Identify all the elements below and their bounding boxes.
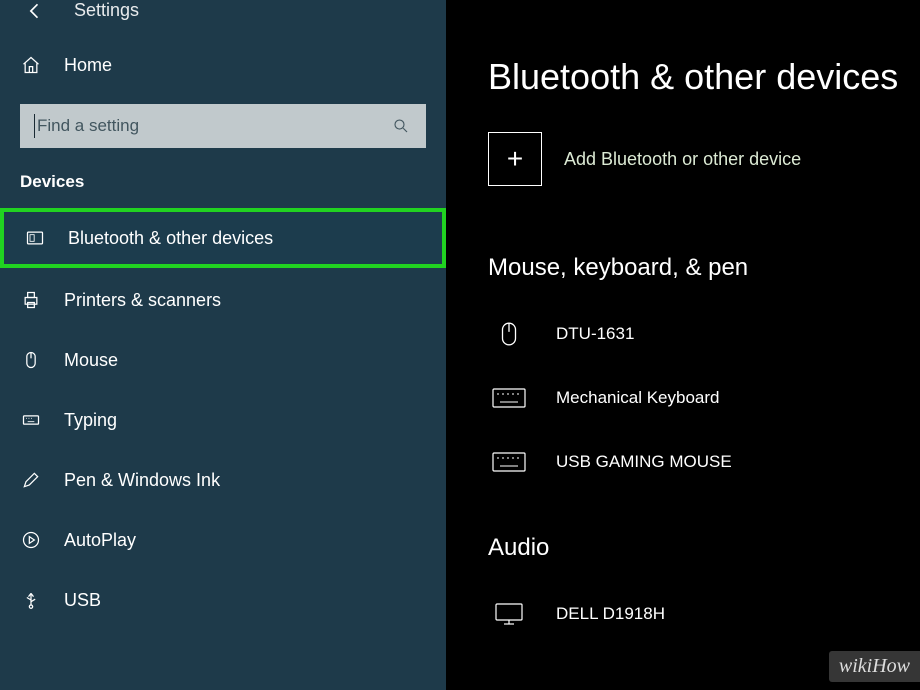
sidebar-item-printers[interactable]: Printers & scanners	[0, 270, 446, 330]
keyboard-icon	[492, 381, 526, 415]
add-device-button[interactable]: + Add Bluetooth or other device	[488, 132, 920, 186]
sidebar-item-label: Mouse	[64, 350, 118, 371]
sidebar-item-bluetooth[interactable]: Bluetooth & other devices	[0, 208, 446, 268]
back-arrow-icon	[24, 0, 46, 22]
section-mouse-keyboard-pen: Mouse, keyboard, & pen DTU-1631 Mechanic…	[488, 254, 920, 494]
search-icon	[390, 115, 412, 137]
sidebar-item-label: AutoPlay	[64, 530, 136, 551]
sidebar-item-pen[interactable]: Pen & Windows Ink	[0, 450, 446, 510]
back-label: Settings	[74, 0, 139, 21]
section-audio: Audio DELL D1918H	[488, 534, 920, 646]
pen-icon	[20, 469, 42, 491]
search-input[interactable]: Find a setting	[20, 104, 426, 148]
text-cursor	[34, 114, 35, 138]
mouse-icon	[492, 317, 526, 351]
sidebar-item-label: Printers & scanners	[64, 290, 221, 311]
device-item[interactable]: DTU-1631	[488, 302, 920, 366]
back-button[interactable]: Settings	[0, 0, 446, 34]
sidebar-item-mouse[interactable]: Mouse	[0, 330, 446, 390]
bluetooth-devices-icon	[24, 227, 46, 249]
sidebar: Settings Home Find a setting Devices Blu…	[0, 0, 446, 690]
sidebar-item-autoplay[interactable]: AutoPlay	[0, 510, 446, 570]
device-item[interactable]: USB GAMING MOUSE	[488, 430, 920, 494]
sidebar-item-home[interactable]: Home	[0, 34, 446, 96]
sidebar-item-label: Typing	[64, 410, 117, 431]
main-panel: Bluetooth & other devices + Add Bluetoot…	[446, 0, 920, 690]
usb-icon	[20, 589, 42, 611]
device-item[interactable]: Mechanical Keyboard	[488, 366, 920, 430]
category-header: Devices	[0, 166, 446, 206]
section-header: Mouse, keyboard, & pen	[488, 254, 920, 282]
monitor-icon	[492, 597, 526, 631]
device-label: USB GAMING MOUSE	[556, 452, 732, 472]
sidebar-item-label: Bluetooth & other devices	[68, 228, 273, 249]
home-icon	[20, 54, 42, 76]
search-placeholder: Find a setting	[37, 116, 390, 136]
watermark: wikiHow	[829, 651, 920, 682]
add-device-label: Add Bluetooth or other device	[564, 149, 801, 170]
home-label: Home	[64, 55, 112, 76]
mouse-icon	[20, 349, 42, 371]
printer-icon	[20, 289, 42, 311]
sidebar-item-usb[interactable]: USB	[0, 570, 446, 630]
keyboard-icon	[492, 445, 526, 479]
plus-icon: +	[488, 132, 542, 186]
keyboard-icon	[20, 409, 42, 431]
page-title: Bluetooth & other devices	[488, 56, 920, 98]
device-label: DTU-1631	[556, 324, 634, 344]
sidebar-item-label: Pen & Windows Ink	[64, 470, 220, 491]
device-item[interactable]: DELL D1918H	[488, 582, 920, 646]
section-header: Audio	[488, 534, 920, 562]
sidebar-item-typing[interactable]: Typing	[0, 390, 446, 450]
sidebar-item-label: USB	[64, 590, 101, 611]
autoplay-icon	[20, 529, 42, 551]
device-label: Mechanical Keyboard	[556, 388, 719, 408]
device-label: DELL D1918H	[556, 604, 665, 624]
